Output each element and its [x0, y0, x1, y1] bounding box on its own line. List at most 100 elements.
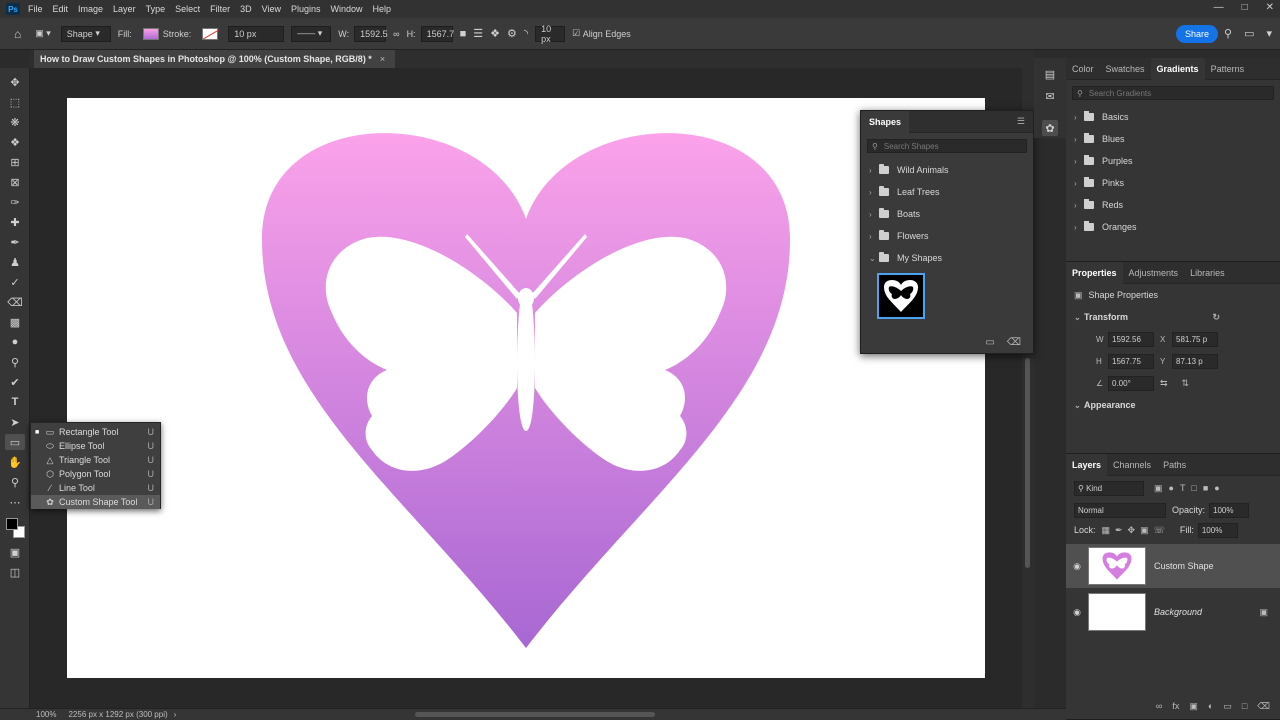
close-window-icon[interactable]: ✕	[1266, 2, 1274, 13]
stroke-width-input[interactable]: 10 px	[228, 25, 285, 42]
marquee-tool-icon[interactable]: ⬚	[5, 94, 25, 110]
menu-window[interactable]: Window	[331, 4, 363, 14]
menu-layer[interactable]: Layer	[113, 4, 136, 14]
document-tab[interactable]: How to Draw Custom Shapes in Photoshop @…	[34, 50, 396, 68]
polygon-tool-item[interactable]: ⬡ Polygon Tool U	[31, 467, 160, 481]
comments-icon[interactable]: ✉	[1042, 88, 1058, 104]
gradient-tool-icon[interactable]: ▩	[5, 314, 25, 330]
menu-image[interactable]: Image	[78, 4, 103, 14]
home-icon[interactable]: ⌂	[14, 27, 21, 41]
path-selection-icon[interactable]: ➤	[5, 414, 25, 430]
pen-tool-icon[interactable]: ✔	[5, 374, 25, 390]
gradient-folder-oranges[interactable]: › Oranges	[1066, 216, 1280, 238]
layer-filter-icons[interactable]: ▣●T□■●	[1154, 483, 1226, 494]
eyedropper-icon[interactable]: ✑	[5, 194, 25, 210]
tab-libraries[interactable]: Libraries	[1184, 262, 1231, 284]
layer-custom-shape[interactable]: ◉ Custom Shape	[1066, 544, 1280, 588]
corner-radius-input[interactable]: 10 px	[535, 24, 566, 44]
brush-tool-icon[interactable]: ✒	[5, 234, 25, 250]
search-icon[interactable]: ⚲	[1224, 27, 1232, 40]
mask-icon[interactable]: ▣	[1189, 701, 1198, 717]
more-tools-icon[interactable]: ⋯	[5, 494, 25, 510]
stroke-type-select[interactable]: —— ▾	[291, 25, 332, 42]
custom-shape-thumbnail[interactable]	[877, 273, 925, 319]
blur-tool-icon[interactable]: ●	[5, 334, 25, 350]
panel-menu-icon[interactable]: ☰	[1017, 116, 1025, 127]
rectangle-tool-item[interactable]: ■ ▭ Rectangle Tool U	[31, 425, 160, 439]
tab-patterns[interactable]: Patterns	[1205, 58, 1251, 80]
adjustment-icon[interactable]: ◐	[1208, 701, 1213, 717]
type-tool-icon[interactable]: T	[5, 394, 25, 410]
tab-swatches[interactable]: Swatches	[1100, 58, 1151, 80]
shape-tool-icon[interactable]: ▭	[5, 434, 25, 450]
shape-folder-wild-animals[interactable]: › Wild Animals	[861, 159, 1033, 181]
eraser-tool-icon[interactable]: ⌫	[5, 294, 25, 310]
history-icon[interactable]: ▤	[1042, 66, 1058, 82]
menu-3d[interactable]: 3D	[240, 4, 252, 14]
flip-vertical-icon[interactable]: ⇅	[1182, 378, 1190, 389]
menu-filter[interactable]: Filter	[210, 4, 230, 14]
opacity-input[interactable]: 100%	[1209, 502, 1250, 518]
path-operations-icon[interactable]: ■	[460, 28, 467, 40]
shape-folder-my-shapes[interactable]: ⌄ My Shapes	[861, 247, 1033, 269]
shapes-search-input[interactable]: ⚲ Search Shapes	[867, 139, 1027, 153]
tab-adjustments[interactable]: Adjustments	[1123, 262, 1185, 284]
width-input[interactable]: 1592.5	[354, 25, 388, 42]
path-alignment-icon[interactable]: ☰	[473, 27, 483, 40]
hand-tool-icon[interactable]: ✋	[5, 454, 25, 470]
prop-width-input[interactable]: 1592.56	[1108, 331, 1154, 347]
blend-mode-select[interactable]: Normal	[1074, 502, 1166, 518]
menu-help[interactable]: Help	[373, 4, 392, 14]
layer-filter-select[interactable]: ⚲ Kind	[1074, 480, 1144, 496]
prop-height-input[interactable]: 1567.75	[1108, 353, 1154, 369]
menu-select[interactable]: Select	[175, 4, 200, 14]
prop-x-input[interactable]: 581.75 p	[1172, 331, 1218, 347]
gradient-folder-reds[interactable]: › Reds	[1066, 194, 1280, 216]
share-button[interactable]: Share	[1176, 25, 1218, 43]
workspace-icon[interactable]: ▭	[1244, 27, 1254, 40]
workspace-chevron-icon[interactable]: ▾	[1266, 27, 1272, 40]
mode-select[interactable]: Shape ▾	[60, 25, 111, 42]
menu-edit[interactable]: Edit	[53, 4, 69, 14]
horizontal-scroll-thumb[interactable]	[415, 712, 655, 717]
eye-icon[interactable]: ◉	[1066, 607, 1088, 618]
link-icon[interactable]: ∞	[393, 29, 399, 39]
trash-icon[interactable]: ⌫	[1007, 337, 1021, 348]
reset-icon[interactable]: ↻	[1212, 312, 1220, 323]
tab-color[interactable]: Color	[1066, 58, 1100, 80]
zoom-level[interactable]: 100%	[36, 710, 56, 719]
frame-tool-icon[interactable]: ⊠	[5, 174, 25, 190]
maximize-icon[interactable]: □	[1242, 2, 1248, 13]
tab-gradients[interactable]: Gradients	[1150, 57, 1205, 80]
prop-y-input[interactable]: 87.13 p	[1172, 353, 1218, 369]
lock-options-icons[interactable]: ▦✒✥▣☏	[1102, 525, 1170, 536]
heart-butterfly-artwork[interactable]	[67, 98, 985, 678]
layer-name[interactable]: Background	[1154, 607, 1202, 617]
move-tool-icon[interactable]: ✥	[5, 74, 25, 90]
dodge-tool-icon[interactable]: ⚲	[5, 354, 25, 370]
layer-name[interactable]: Custom Shape	[1154, 561, 1214, 571]
crop-tool-icon[interactable]: ⊞	[5, 154, 25, 170]
eye-icon[interactable]: ◉	[1066, 561, 1088, 572]
tab-shapes[interactable]: Shapes	[861, 110, 910, 133]
quick-mask-icon[interactable]: ▣	[5, 544, 25, 560]
healing-brush-icon[interactable]: ✚	[5, 214, 25, 230]
new-folder-icon[interactable]: ▭	[985, 337, 994, 348]
menu-plugins[interactable]: Plugins	[291, 4, 321, 14]
fill-swatch[interactable]	[142, 27, 159, 40]
new-layer-icon[interactable]: □	[1242, 701, 1247, 717]
ellipse-tool-item[interactable]: ⬭ Ellipse Tool U	[31, 439, 160, 453]
flip-horizontal-icon[interactable]: ⇆	[1160, 378, 1168, 389]
color-swatches[interactable]	[5, 518, 25, 540]
tab-channels[interactable]: Channels	[1107, 454, 1157, 476]
group-icon[interactable]: ▭	[1223, 701, 1232, 717]
artboard[interactable]	[67, 98, 985, 678]
minimize-icon[interactable]: —	[1214, 2, 1224, 13]
tab-paths[interactable]: Paths	[1157, 454, 1192, 476]
fill-input[interactable]: 100%	[1197, 522, 1238, 538]
height-input[interactable]: 1567.7	[420, 25, 454, 42]
chevron-down-icon[interactable]: ⌄	[1074, 401, 1084, 410]
menu-view[interactable]: View	[262, 4, 281, 14]
layer-background[interactable]: ◉ Background ▣	[1066, 590, 1280, 634]
shape-folder-flowers[interactable]: › Flowers	[861, 225, 1033, 247]
